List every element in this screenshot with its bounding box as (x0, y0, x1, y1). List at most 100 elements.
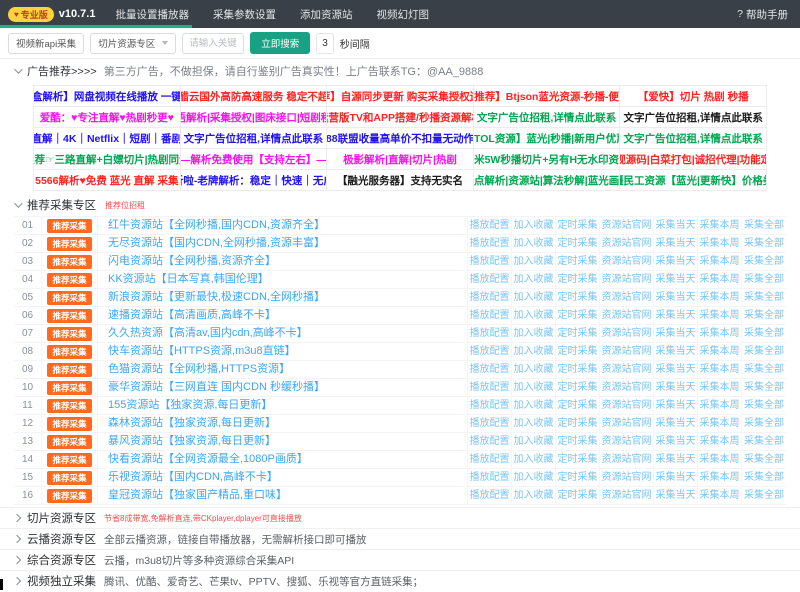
action-link-5[interactable]: 采集本周 (698, 361, 742, 378)
ad-link[interactable]: ———解析免费使用【支持左右】——— (181, 149, 328, 169)
action-link-0[interactable]: 播放配置 (468, 433, 512, 450)
action-link-3[interactable]: 资源站官网 (600, 397, 654, 414)
search-button[interactable]: 立即搜索 (250, 32, 310, 54)
action-link-0[interactable]: 播放配置 (468, 487, 512, 504)
action-link-3[interactable]: 资源站官网 (600, 271, 654, 288)
resource-name-link[interactable]: 闪电资源站【全网秒播,资源齐全】 (98, 253, 468, 270)
action-link-1[interactable]: 加入收藏 (512, 415, 556, 432)
action-link-5[interactable]: 采集本周 (698, 289, 742, 306)
action-link-1[interactable]: 加入收藏 (512, 433, 556, 450)
action-link-5[interactable]: 采集本周 (698, 451, 742, 468)
action-link-6[interactable]: 采集全部 (742, 469, 786, 486)
action-link-3[interactable]: 资源站官网 (600, 469, 654, 486)
action-link-6[interactable]: 采集全部 (742, 379, 786, 396)
action-link-1[interactable]: 加入收藏 (512, 271, 556, 288)
action-link-5[interactable]: 采集本周 (698, 397, 742, 414)
action-link-6[interactable]: 采集全部 (742, 253, 786, 270)
action-link-1[interactable]: 加入收藏 (512, 343, 556, 360)
resource-name-link[interactable]: 皇冠资源站【独家国产精品,重口味】 (98, 487, 468, 504)
action-link-0[interactable]: 播放配置 (468, 271, 512, 288)
ad-link[interactable]: 【BTOL资源】蓝光|秒播|新用户优惠™ (474, 128, 621, 148)
action-link-1[interactable]: 加入收藏 (512, 469, 556, 486)
action-link-3[interactable]: 资源站官网 (600, 379, 654, 396)
action-link-5[interactable]: 采集本周 (698, 379, 742, 396)
ad-link[interactable]: 88联盟收量高单价不扣量无动作 (327, 128, 474, 148)
action-link-0[interactable]: 播放配置 (468, 415, 512, 432)
ad-link[interactable]: 【猛盒解析】网盘视频在线播放 一键发布 (34, 86, 181, 106)
action-link-3[interactable]: 资源站官网 (600, 415, 654, 432)
action-link-3[interactable]: 资源站官网 (600, 487, 654, 504)
action-link-0[interactable]: 播放配置 (468, 307, 512, 324)
action-link-0[interactable]: 播放配置 (468, 451, 512, 468)
resource-name-link[interactable]: 速播资源站【高清画质,高峰不卡】 (98, 307, 468, 324)
action-link-5[interactable]: 采集本周 (698, 217, 742, 234)
resource-name-link[interactable]: 暴风资源站【独家资源,每日更新】 (98, 433, 468, 450)
action-link-6[interactable]: 采集全部 (742, 307, 786, 324)
resource-name-link[interactable]: 色猫资源站【全网秒播,HTTPS资源】 (98, 361, 468, 378)
action-link-1[interactable]: 加入收藏 (512, 397, 556, 414)
recommend-section-header[interactable]: 推荐采集专区 推荐位招租 (0, 194, 800, 216)
action-link-3[interactable]: 资源站官网 (600, 307, 654, 324)
new-api-collect-button[interactable]: 视频新api采集 (8, 33, 84, 54)
ad-link[interactable]: 影视源码|白菜打包|诚招代理|功能定制 (620, 149, 767, 169)
section-header-1[interactable]: 云播资源专区全部云播资源，链接自带播放器，无需解析接口即可播放 (0, 528, 800, 549)
action-link-4[interactable]: 采集当天 (654, 271, 698, 288)
action-link-2[interactable]: 定时采集 (556, 307, 600, 324)
resource-name-link[interactable]: 快看资源站【全网资源最全,1080P画质】 (98, 451, 468, 468)
ad-link[interactable]: 启点解析|资源站|算法秒解|蓝光画质 (474, 170, 621, 190)
action-link-5[interactable]: 采集本周 (698, 235, 742, 252)
action-link-3[interactable]: 资源站官网 (600, 451, 654, 468)
help-link[interactable]: ? 帮助手册 (737, 7, 800, 22)
action-link-2[interactable]: 定时采集 (556, 343, 600, 360)
section-header-2[interactable]: 综合资源专区云播，m3u8切片等多种资源综合采集API (0, 549, 800, 570)
ad-link[interactable]: 运营版TV和APP搭建/秒播资源解析 (327, 107, 474, 127)
action-link-1[interactable]: 加入收藏 (512, 307, 556, 324)
resource-name-link[interactable]: 红牛资源站【全网秒播,国内CDN,资源齐全】 (98, 217, 468, 234)
action-link-1[interactable]: 加入收藏 (512, 217, 556, 234)
ad-link[interactable]: 茶语解析|采集授权|图床接口|短剧程序 (181, 107, 328, 127)
action-link-3[interactable]: 资源站官网 (600, 433, 654, 450)
action-link-6[interactable]: 采集全部 (742, 289, 786, 306)
action-link-4[interactable]: 采集当天 (654, 469, 698, 486)
action-link-1[interactable]: 加入收藏 (512, 289, 556, 306)
action-link-4[interactable]: 采集当天 (654, 253, 698, 270)
action-link-4[interactable]: 采集当天 (654, 361, 698, 378)
action-link-4[interactable]: 采集当天 (654, 397, 698, 414)
navbar-item-2[interactable]: 添加资源站 (300, 7, 353, 22)
ad-link[interactable]: ™新疆民工资源【蓝光|更新快】价格美丽™ (620, 170, 767, 190)
action-link-5[interactable]: 采集本周 (698, 343, 742, 360)
action-link-6[interactable]: 采集全部 (742, 361, 786, 378)
ad-link[interactable]: 文字广告位招租,详情点此联系 (474, 107, 621, 127)
action-link-0[interactable]: 播放配置 (468, 361, 512, 378)
action-link-3[interactable]: 资源站官网 (600, 235, 654, 252)
action-link-0[interactable]: 播放配置 (468, 469, 512, 486)
action-link-0[interactable]: 播放配置 (468, 253, 512, 270)
action-link-2[interactable]: 定时采集 (556, 235, 600, 252)
action-link-2[interactable]: 定时采集 (556, 451, 600, 468)
action-link-5[interactable]: 采集本周 (698, 469, 742, 486)
action-link-3[interactable]: 资源站官网 (600, 361, 654, 378)
action-link-3[interactable]: 资源站官网 (600, 217, 654, 234)
resource-name-link[interactable]: 新浪资源站【更新最快,极速CDN,全网秒播】 (98, 289, 468, 306)
action-link-6[interactable]: 采集全部 (742, 451, 786, 468)
ad-link[interactable]: 【推荐】Btjson蓝光资源-秒播-便宜 (474, 86, 621, 106)
action-link-5[interactable]: 采集本周 (698, 271, 742, 288)
action-link-3[interactable]: 资源站官网 (600, 343, 654, 360)
action-link-2[interactable]: 定时采集 (556, 397, 600, 414)
action-link-4[interactable]: 采集当天 (654, 235, 698, 252)
action-link-6[interactable]: 采集全部 (742, 235, 786, 252)
action-link-2[interactable]: 定时采集 (556, 289, 600, 306)
action-link-5[interactable]: 采集本周 (698, 487, 742, 504)
navbar-item-3[interactable]: 视频幻灯图 (376, 7, 429, 22)
resource-name-link[interactable]: 155资源站【独家资源,每日更新】 (98, 397, 468, 414)
action-link-2[interactable]: 定时采集 (556, 271, 600, 288)
resource-name-link[interactable]: 无尽资源站【国内CDN,全网秒播,资源丰富】 (98, 235, 468, 252)
action-link-1[interactable]: 加入收藏 (512, 487, 556, 504)
action-link-4[interactable]: 采集当天 (654, 325, 698, 342)
action-link-5[interactable]: 采集本周 (698, 325, 742, 342)
action-link-2[interactable]: 定时采集 (556, 325, 600, 342)
action-link-1[interactable]: 加入收藏 (512, 325, 556, 342)
ad-link[interactable]: 解析啦-老牌解析：稳定｜快速｜无广告 (181, 170, 328, 190)
action-link-0[interactable]: 播放配置 (468, 325, 512, 342)
action-link-0[interactable]: 播放配置 (468, 343, 512, 360)
